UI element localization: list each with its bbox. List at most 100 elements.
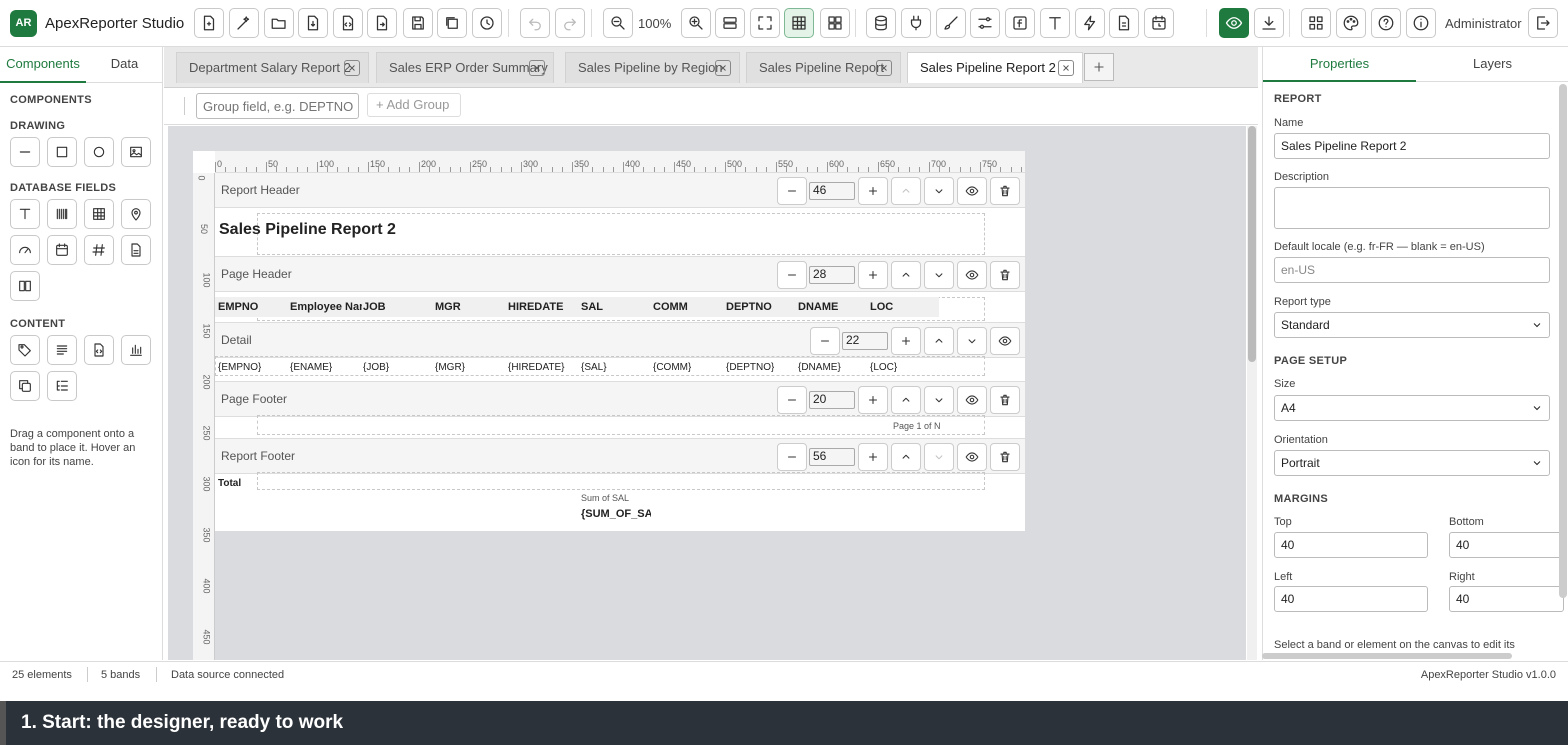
decrease-height-button[interactable] (777, 386, 807, 414)
toggle-visibility-button[interactable] (957, 261, 987, 289)
band-height-input[interactable]: 56 (809, 448, 855, 466)
component-image[interactable] (121, 137, 151, 167)
column-header[interactable]: Employee Nan (290, 301, 362, 313)
name-input[interactable]: Sales Pipeline Report 2 (1274, 133, 1550, 159)
component-chart[interactable] (121, 335, 151, 365)
move-band-down-button[interactable] (924, 443, 954, 471)
column-header[interactable]: COMM (653, 301, 723, 313)
band-report-header[interactable]: Report Header 46 (215, 172, 1025, 208)
tab-layers[interactable]: Layers (1416, 47, 1568, 82)
size-select[interactable]: A4 (1274, 395, 1550, 421)
history-button[interactable] (472, 8, 502, 38)
component-document[interactable] (121, 235, 151, 265)
preview-button[interactable] (1219, 8, 1249, 38)
component-barcode[interactable] (47, 199, 77, 229)
component-table[interactable] (84, 199, 114, 229)
margin-left-input[interactable]: 40 (1274, 586, 1428, 612)
report-title-element[interactable]: Sales Pipeline Report 2 (219, 221, 396, 239)
component-tree[interactable] (47, 371, 77, 401)
component-calendar[interactable] (47, 235, 77, 265)
band-height-input[interactable]: 20 (809, 391, 855, 409)
properties-horizontal-scrollbar[interactable] (1262, 653, 1512, 659)
new-report-button[interactable] (194, 8, 224, 38)
decrease-height-button[interactable] (777, 261, 807, 289)
layout-button[interactable] (820, 8, 850, 38)
component-rectangle[interactable] (47, 137, 77, 167)
margin-top-input[interactable]: 40 (1274, 532, 1428, 558)
script-button[interactable] (1109, 8, 1139, 38)
close-icon[interactable] (529, 60, 545, 76)
theme-button[interactable] (1336, 8, 1366, 38)
detail-field[interactable]: {DNAME} (798, 362, 841, 373)
report-page[interactable]: 0 50 100 150 200 250 300 350 400 450 500 550 600 650 7… (193, 151, 1025, 660)
move-band-down-button[interactable] (924, 177, 954, 205)
column-header[interactable]: JOB (363, 301, 433, 313)
zoom-in-button[interactable] (681, 8, 711, 38)
bands-button[interactable] (715, 8, 745, 38)
detail-field[interactable]: {MGR} (435, 362, 465, 373)
column-header[interactable]: DNAME (798, 301, 868, 313)
detail-field[interactable]: {DEPTNO} (726, 362, 774, 373)
document-tab[interactable]: Sales Pipeline Report 2 (907, 52, 1083, 83)
tab-data[interactable]: Data (86, 47, 163, 83)
document-tab[interactable]: Sales ERP Order Summary (376, 52, 554, 83)
band-detail[interactable]: Detail 22 (215, 322, 1025, 358)
grid-button[interactable] (784, 8, 814, 38)
tab-components[interactable]: Components (0, 47, 86, 83)
info-button[interactable] (1406, 8, 1436, 38)
move-band-down-button[interactable] (957, 327, 987, 355)
move-band-down-button[interactable] (924, 386, 954, 414)
decrease-height-button[interactable] (777, 177, 807, 205)
logout-button[interactable] (1528, 8, 1558, 38)
toggle-visibility-button[interactable] (990, 327, 1020, 355)
group-field-input[interactable] (196, 93, 359, 119)
move-band-up-button[interactable] (924, 327, 954, 355)
design-canvas[interactable]: 0 50 100 150 200 250 300 350 400 450 500 550 600 650 7… (168, 126, 1246, 660)
orientation-select[interactable]: Portrait (1274, 450, 1550, 476)
column-header[interactable]: EMPNO (218, 301, 288, 313)
locale-input[interactable]: en-US (1274, 257, 1550, 283)
undo-button[interactable] (520, 8, 550, 38)
export-button[interactable] (367, 8, 397, 38)
component-number[interactable] (84, 235, 114, 265)
band-height-input[interactable]: 22 (842, 332, 888, 350)
column-header[interactable]: MGR (435, 301, 505, 313)
move-band-up-button[interactable] (891, 177, 921, 205)
component-line[interactable] (10, 137, 40, 167)
tab-properties[interactable]: Properties (1263, 47, 1416, 82)
detail-field[interactable]: {HIREDATE} (508, 362, 565, 373)
move-band-down-button[interactable] (924, 261, 954, 289)
band-page-header[interactable]: Page Header 28 (215, 256, 1025, 292)
decrease-height-button[interactable] (777, 443, 807, 471)
document-tab[interactable]: Sales Pipeline by Region (565, 52, 740, 83)
increase-height-button[interactable] (858, 261, 888, 289)
detail-field[interactable]: {LOC} (870, 362, 897, 373)
help-button[interactable] (1371, 8, 1401, 38)
detail-field[interactable]: {SAL} (581, 362, 607, 373)
fit-screen-button[interactable] (750, 8, 780, 38)
column-header[interactable]: LOC (870, 301, 940, 313)
import-button[interactable] (298, 8, 328, 38)
save-as-button[interactable] (437, 8, 467, 38)
column-header[interactable]: SAL (581, 301, 651, 313)
component-paragraph[interactable] (47, 335, 77, 365)
component-book[interactable] (10, 271, 40, 301)
increase-height-button[interactable] (891, 327, 921, 355)
add-group-button[interactable]: + Add Group (367, 93, 461, 117)
margin-right-input[interactable]: 40 (1449, 586, 1564, 612)
add-tab-button[interactable] (1084, 53, 1114, 81)
document-tab[interactable]: Sales Pipeline Report (746, 52, 901, 83)
delete-band-button[interactable] (990, 261, 1020, 289)
magic-wand-button[interactable] (229, 8, 259, 38)
delete-band-button[interactable] (990, 386, 1020, 414)
move-band-up-button[interactable] (891, 386, 921, 414)
report-type-select[interactable]: Standard (1274, 312, 1550, 338)
database-button[interactable] (866, 8, 896, 38)
brush-button[interactable] (936, 8, 966, 38)
delete-band-button[interactable] (990, 177, 1020, 205)
column-header[interactable]: HIREDATE (508, 301, 578, 313)
text-button[interactable] (1040, 8, 1070, 38)
download-button[interactable] (1254, 8, 1284, 38)
function-button[interactable] (1005, 8, 1035, 38)
delete-band-button[interactable] (990, 443, 1020, 471)
